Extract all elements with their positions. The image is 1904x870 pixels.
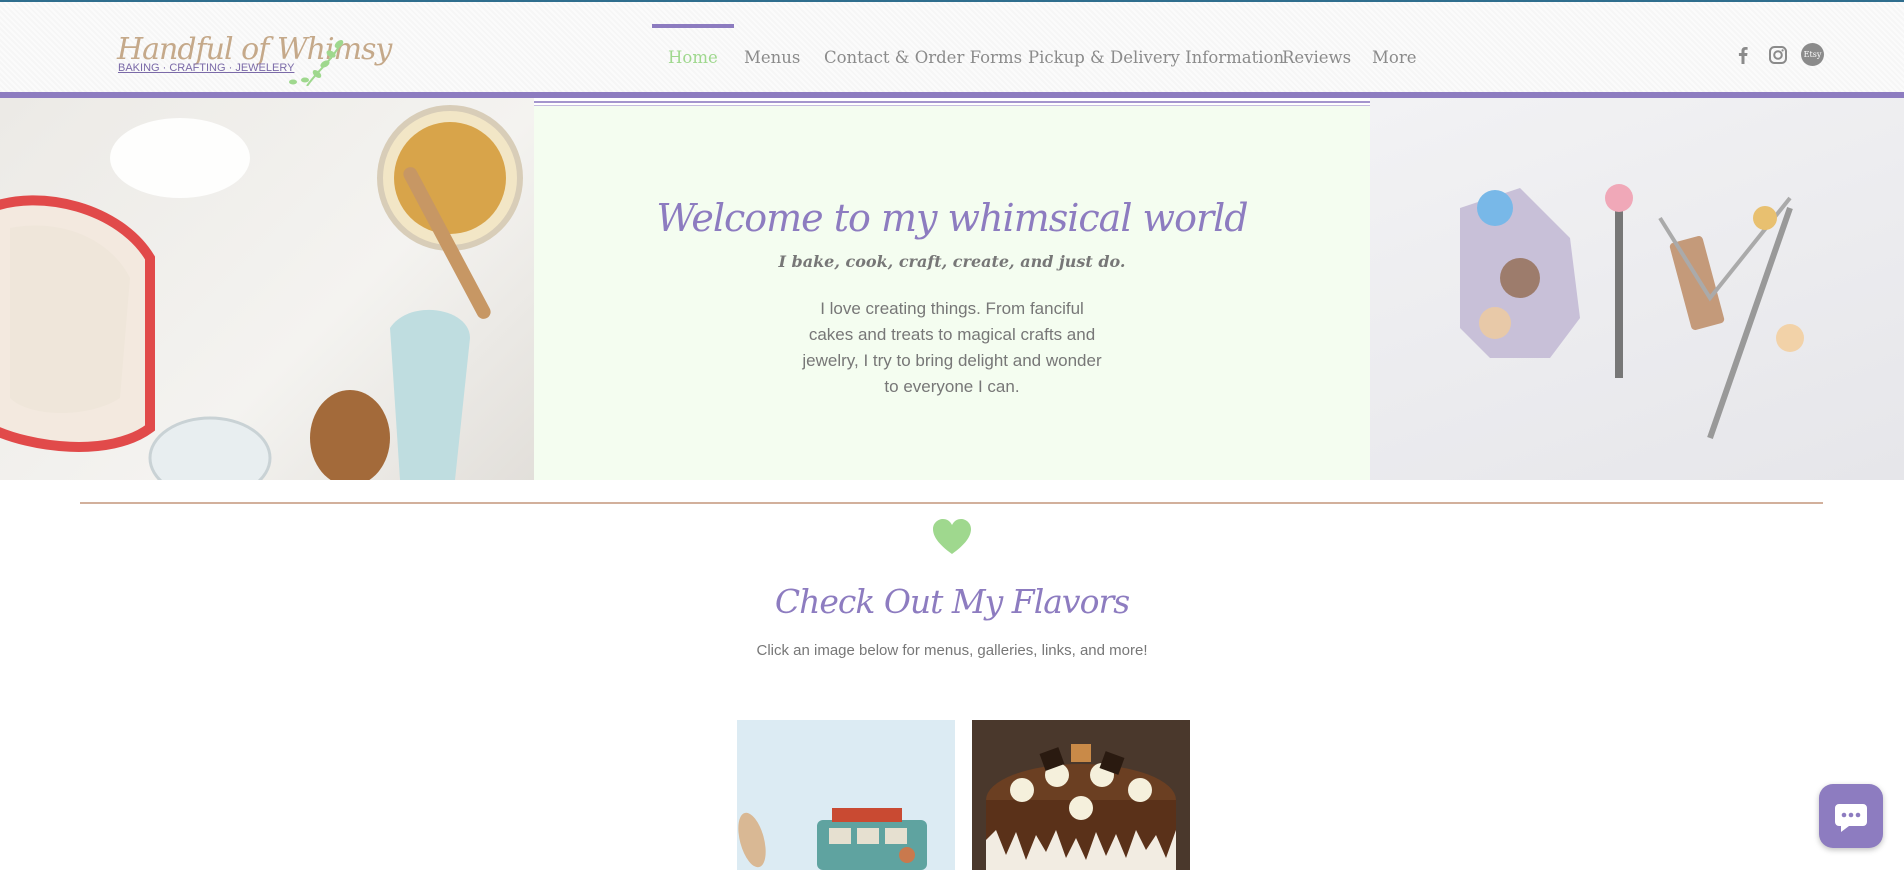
section-divider (80, 502, 1823, 504)
hero-intro: I love creating things. From fanciful ca… (802, 299, 1102, 396)
flavors-title: Check Out My Flavors (774, 582, 1130, 621)
leaves-icon (289, 40, 344, 86)
etsy-label: Etsy (1803, 50, 1822, 59)
etsy-icon[interactable]: Etsy (1801, 43, 1824, 66)
nav-more[interactable]: More (1372, 24, 1416, 74)
hero-welcome-panel: Welcome to my whimsical world I bake, co… (534, 106, 1370, 480)
flavor-card-cake[interactable] (972, 720, 1190, 870)
baking-ingredients-image (0, 98, 534, 480)
nav-home[interactable]: Home (652, 24, 734, 74)
site-header: Handful of Whimsy BAKING · CRAFTING · JE… (0, 0, 1904, 92)
cake-image (972, 720, 1190, 870)
flavor-card-van[interactable] (737, 720, 955, 870)
nav-pickup-delivery[interactable]: Pickup & Delivery Information (1028, 24, 1284, 74)
nav-contact-order-forms[interactable]: Contact & Order Forms (824, 24, 1022, 74)
facebook-icon[interactable] (1732, 44, 1754, 66)
hero-tagline: I bake, cook, craft, create, and just do… (778, 252, 1126, 271)
heart-icon (933, 519, 971, 554)
nav-reviews[interactable]: Reviews (1282, 24, 1351, 74)
nav-menus[interactable]: Menus (744, 24, 800, 74)
baking-illustration (0, 105, 523, 480)
diy-illustration (1460, 184, 1804, 439)
chat-button[interactable] (1819, 784, 1883, 848)
hero-title: Welcome to my whimsical world (656, 196, 1248, 240)
van-image (737, 720, 955, 870)
instagram-icon[interactable] (1767, 44, 1789, 66)
chat-icon (1835, 804, 1867, 832)
flavors-subtitle: Click an image below for menus, gallerie… (756, 642, 1148, 659)
site-logo[interactable]: Handful of Whimsy BAKING · CRAFTING · JE… (117, 32, 392, 92)
diy-crafts-image (1370, 98, 1904, 480)
